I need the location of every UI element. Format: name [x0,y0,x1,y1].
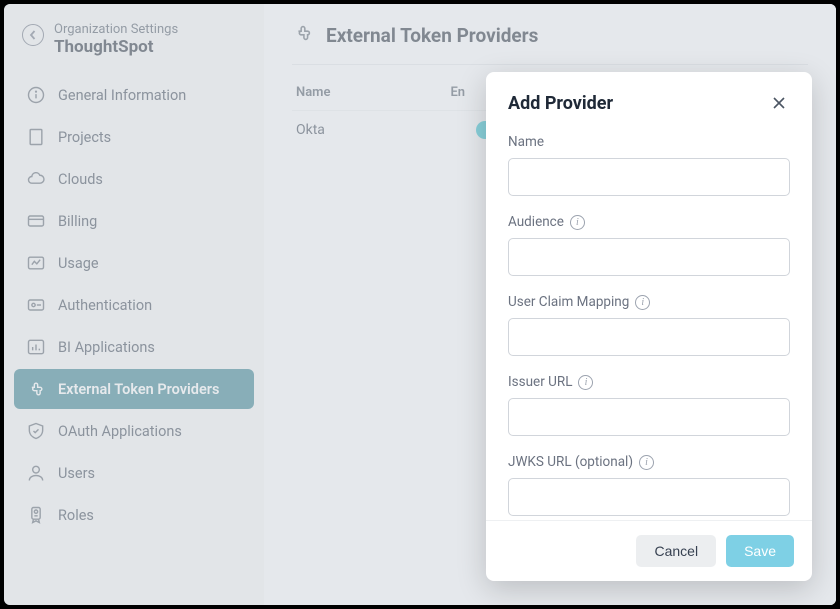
close-button[interactable] [768,92,790,114]
info-icon[interactable]: i [639,455,654,470]
sidebar-item-label: Clouds [58,171,103,188]
cloud-icon [26,169,46,189]
sidebar-item-external-token-providers[interactable]: External Token Providers [14,369,254,409]
org-subtitle: Organization Settings [54,22,178,37]
cancel-button[interactable]: Cancel [636,535,716,567]
sidebar-item-oauth-applications[interactable]: OAuth Applications [14,411,254,451]
sidebar-item-bi-applications[interactable]: BI Applications [14,327,254,367]
sidebar-item-label: BI Applications [58,339,155,356]
sidebar-item-authentication[interactable]: Authentication [14,285,254,325]
sidebar-item-label: OAuth Applications [58,423,182,440]
page-header: External Token Providers [292,22,808,65]
sidebar-item-projects[interactable]: Projects [14,117,254,157]
sidebar-item-clouds[interactable]: Clouds [14,159,254,199]
name-input[interactable] [508,158,790,196]
card-icon [26,211,46,231]
sidebar: Organization Settings ThoughtSpot Genera… [4,4,264,605]
modal-footer: Cancel Save [486,520,812,581]
save-button[interactable]: Save [726,535,794,567]
info-icon[interactable]: i [570,215,585,230]
close-icon [771,95,787,111]
sidebar-item-label: Billing [58,213,97,230]
col-enabled: En [450,85,465,100]
jwks-url-input[interactable] [508,478,790,516]
field-jwks-url: JWKS URL (optional) i [508,454,790,516]
org-header: Organization Settings ThoughtSpot [14,18,254,73]
field-name: Name [508,134,790,196]
puzzle-icon [26,379,46,399]
field-label: User Claim Mapping [508,294,629,310]
field-user-claim: User Claim Mapping i [508,294,790,356]
chart-icon [26,337,46,357]
puzzle-icon [292,22,314,48]
badge-icon [26,505,46,525]
org-name: ThoughtSpot [54,37,178,57]
modal-title: Add Provider [508,93,613,114]
sidebar-item-usage[interactable]: Usage [14,243,254,283]
user-claim-input[interactable] [508,318,790,356]
field-label: Audience [508,214,564,230]
sidebar-item-label: Authentication [58,297,152,314]
info-icon[interactable]: i [635,295,650,310]
sidebar-item-billing[interactable]: Billing [14,201,254,241]
sidebar-item-users[interactable]: Users [14,453,254,493]
sidebar-item-label: Roles [58,507,94,524]
sidebar-item-roles[interactable]: Roles [14,495,254,535]
sidebar-item-general[interactable]: General Information [14,75,254,115]
page-title: External Token Providers [326,24,538,47]
field-audience: Audience i [508,214,790,276]
field-label: Issuer URL [508,374,572,390]
sidebar-item-label: Projects [58,129,111,146]
back-button[interactable] [22,24,44,46]
sidebar-item-label: External Token Providers [58,381,219,398]
sidebar-item-label: Users [58,465,95,482]
shield-icon [26,421,46,441]
add-provider-modal: Add Provider Name Audience i [486,72,812,581]
user-icon [26,463,46,483]
cell-name: Okta [296,122,356,138]
sidebar-item-label: Usage [58,255,99,272]
field-label: Name [508,134,544,150]
building-icon [26,127,46,147]
lock-icon [26,295,46,315]
audience-input[interactable] [508,238,790,276]
field-label: JWKS URL (optional) [508,454,633,470]
col-name: Name [296,85,330,100]
issuer-url-input[interactable] [508,398,790,436]
field-issuer-url: Issuer URL i [508,374,790,436]
info-icon [26,85,46,105]
info-icon[interactable]: i [578,375,593,390]
sidebar-item-label: General Information [58,87,186,104]
activity-icon [26,253,46,273]
